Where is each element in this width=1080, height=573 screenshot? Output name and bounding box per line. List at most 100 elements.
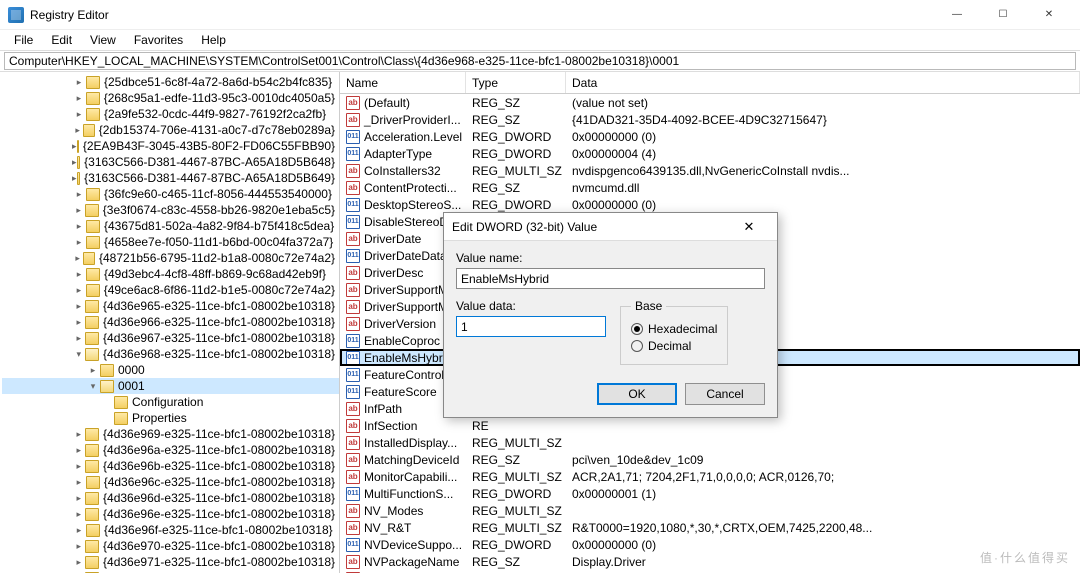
tree-item[interactable]: Configuration [2, 394, 339, 410]
chevron-down-icon[interactable]: ▾ [86, 381, 100, 392]
tree-item[interactable]: ▸{49d3ebc4-4cf8-48ff-b869-9c68ad42eb9f} [2, 266, 339, 282]
chevron-right-icon[interactable]: ▸ [72, 109, 86, 120]
chevron-right-icon[interactable]: ▸ [72, 509, 85, 520]
value-row[interactable]: ContentProtecti...REG_SZnvmcumd.dll [340, 179, 1080, 196]
chevron-right-icon[interactable]: ▸ [72, 525, 86, 536]
chevron-right-icon[interactable]: ▸ [72, 205, 85, 216]
maximize-button[interactable]: ☐ [980, 0, 1026, 30]
chevron-right-icon[interactable]: ▸ [72, 141, 77, 152]
chevron-right-icon[interactable]: ▸ [72, 541, 85, 552]
tree-item[interactable]: ▸0000 [2, 362, 339, 378]
tree-item[interactable]: ▸{4d36e966-e325-11ce-bfc1-08002be10318} [2, 314, 339, 330]
minimize-button[interactable]: — [934, 0, 980, 30]
ok-button[interactable]: OK [597, 383, 677, 405]
chevron-right-icon[interactable]: ▸ [72, 445, 85, 456]
chevron-right-icon[interactable]: ▸ [72, 189, 86, 200]
col-data[interactable]: Data [566, 72, 1080, 93]
tree-item[interactable]: ▸{4d36e96e-e325-11ce-bfc1-08002be10318} [2, 506, 339, 522]
tree-item[interactable]: Properties [2, 410, 339, 426]
chevron-right-icon[interactable]: ▸ [72, 77, 86, 88]
tree-item[interactable]: ▸{43675d81-502a-4a82-9f84-b75f418c5dea} [2, 218, 339, 234]
chevron-right-icon[interactable]: ▸ [86, 365, 100, 376]
col-type[interactable]: Type [466, 72, 566, 93]
radio-hexadecimal[interactable]: Hexadecimal [631, 322, 717, 336]
value-row[interactable]: NV_ModesREG_MULTI_SZ [340, 502, 1080, 519]
tree-item[interactable]: ▸{49ce6ac8-6f86-11d2-b1e5-0080c72e74a2} [2, 282, 339, 298]
chevron-right-icon[interactable]: ▸ [72, 333, 85, 344]
tree-item[interactable]: ▸{4d36e96d-e325-11ce-bfc1-08002be10318} [2, 490, 339, 506]
value-row[interactable]: Acceleration.LevelREG_DWORD0x00000000 (0… [340, 128, 1080, 145]
radio-decimal[interactable]: Decimal [631, 339, 717, 353]
chevron-right-icon[interactable]: ▸ [72, 477, 86, 488]
tree-item[interactable]: ▸{268c95a1-edfe-11d3-95c3-0010dc4050a5} [2, 90, 339, 106]
value-row[interactable]: CoInstallers32REG_MULTI_SZnvdispgenco643… [340, 162, 1080, 179]
tree-item[interactable]: ▾0001 [2, 378, 339, 394]
value-row[interactable]: NV_R&TREG_MULTI_SZR&T0000=1920,1080,*,30… [340, 519, 1080, 536]
chevron-right-icon[interactable]: ▸ [72, 429, 85, 440]
chevron-right-icon[interactable]: ▸ [72, 125, 83, 136]
cancel-button[interactable]: Cancel [685, 383, 765, 405]
chevron-right-icon[interactable]: ▸ [72, 173, 77, 184]
tree-item[interactable]: ▸{2EA9B43F-3045-43B5-80F2-FD06C55FBB90} [2, 138, 339, 154]
tree-item[interactable]: ▸{4d36e96a-e325-11ce-bfc1-08002be10318} [2, 442, 339, 458]
tree-item[interactable]: ▸{4d36e969-e325-11ce-bfc1-08002be10318} [2, 426, 339, 442]
menu-file[interactable]: File [6, 31, 41, 49]
menu-edit[interactable]: Edit [43, 31, 80, 49]
chevron-down-icon[interactable]: ▾ [72, 349, 85, 360]
value-row[interactable]: MultiFunctionS...REG_DWORD0x00000001 (1) [340, 485, 1080, 502]
value-name-input[interactable] [456, 268, 765, 289]
chevron-right-icon[interactable]: ▸ [72, 237, 86, 248]
value-row[interactable]: MatchingDeviceIdREG_SZpci\ven_10de&dev_1… [340, 451, 1080, 468]
col-name[interactable]: Name [340, 72, 466, 93]
menu-favorites[interactable]: Favorites [126, 31, 191, 49]
tree-item[interactable]: ▸{4d36e96b-e325-11ce-bfc1-08002be10318} [2, 458, 339, 474]
tree-panel[interactable]: ▸{25dbce51-6c8f-4a72-8a6d-b54c2b4fc835}▸… [0, 72, 340, 573]
tree-item[interactable]: ▸{2db15374-706e-4131-a0c7-d7c78eb0289a} [2, 122, 339, 138]
chevron-right-icon[interactable]: ▸ [72, 157, 77, 168]
tree-item[interactable]: ▸{3163C566-D381-4467-87BC-A65A18D5B649} [2, 170, 339, 186]
value-row[interactable]: _DriverProviderI...REG_SZ{41DAD321-35D4-… [340, 111, 1080, 128]
tree-item[interactable]: ▸{4d36e967-e325-11ce-bfc1-08002be10318} [2, 330, 339, 346]
tree-item[interactable]: ▸{4d36e971-e325-11ce-bfc1-08002be10318} [2, 554, 339, 570]
chevron-right-icon[interactable]: ▸ [72, 269, 86, 280]
tree-item[interactable]: ▸{36fc9e60-c465-11cf-8056-444553540000} [2, 186, 339, 202]
tree-item[interactable]: ▾{4d36e968-e325-11ce-bfc1-08002be10318} [2, 346, 339, 362]
chevron-right-icon[interactable]: ▸ [72, 461, 85, 472]
tree-item[interactable]: ▸{4d36e96f-e325-11ce-bfc1-08002be10318} [2, 522, 339, 538]
value-name: (Default) [364, 96, 410, 110]
chevron-right-icon[interactable]: ▸ [72, 253, 83, 264]
value-row[interactable]: MonitorCapabili...REG_MULTI_SZACR,2A1,71… [340, 468, 1080, 485]
value-row[interactable]: InstalledDisplay...REG_MULTI_SZ [340, 434, 1080, 451]
tree-item[interactable]: ▸{48721b56-6795-11d2-b1a8-0080c72e74a2} [2, 250, 339, 266]
value-row[interactable]: NVDeviceSuppo...REG_DWORD0x00000000 (0) [340, 536, 1080, 553]
dialog-close-button[interactable]: ✕ [729, 219, 769, 235]
address-input[interactable] [4, 52, 1076, 70]
tree-item[interactable]: ▸{4d36e970-e325-11ce-bfc1-08002be10318} [2, 538, 339, 554]
tree-item[interactable]: ▸{2a9fe532-0cdc-44f9-9827-76192f2ca2fb} [2, 106, 339, 122]
value-row[interactable]: NVPackageNameREG_SZDisplay.Driver [340, 553, 1080, 570]
close-button[interactable]: ✕ [1026, 0, 1072, 30]
tree-item[interactable]: ▸{3163C566-D381-4467-87BC-A65A18D5B648} [2, 154, 339, 170]
value-name: DriverDateData [364, 249, 447, 263]
value-data: 0x00000000 (0) [566, 130, 1080, 144]
value-row[interactable]: AdapterTypeREG_DWORD0x00000004 (4) [340, 145, 1080, 162]
tree-item[interactable]: ▸{4d36e96c-e325-11ce-bfc1-08002be10318} [2, 474, 339, 490]
value-row[interactable]: DesktopStereoS...REG_DWORD0x00000000 (0) [340, 196, 1080, 213]
chevron-right-icon[interactable]: ▸ [72, 221, 86, 232]
chevron-right-icon[interactable]: ▸ [72, 317, 85, 328]
tree-item[interactable]: ▸{3e3f0674-c83c-4558-bb26-9820e1eba5c5} [2, 202, 339, 218]
chevron-right-icon[interactable]: ▸ [72, 93, 86, 104]
value-data-input[interactable] [456, 316, 606, 337]
dialog-titlebar[interactable]: Edit DWORD (32-bit) Value ✕ [444, 213, 777, 241]
chevron-right-icon[interactable]: ▸ [72, 557, 85, 568]
chevron-right-icon[interactable]: ▸ [72, 301, 85, 312]
chevron-right-icon[interactable]: ▸ [72, 493, 85, 504]
tree-item[interactable]: ▸{4658ee7e-f050-11d1-b6bd-00c04fa372a7} [2, 234, 339, 250]
tree-item[interactable]: ▸{4d36e965-e325-11ce-bfc1-08002be10318} [2, 298, 339, 314]
chevron-right-icon[interactable]: ▸ [72, 285, 86, 296]
menu-help[interactable]: Help [193, 31, 234, 49]
value-row[interactable]: (Default)REG_SZ(value not set) [340, 94, 1080, 111]
menu-view[interactable]: View [82, 31, 124, 49]
tree-item[interactable]: ▸{25dbce51-6c8f-4a72-8a6d-b54c2b4fc835} [2, 74, 339, 90]
value-row[interactable]: InfSectionRE [340, 417, 1080, 434]
